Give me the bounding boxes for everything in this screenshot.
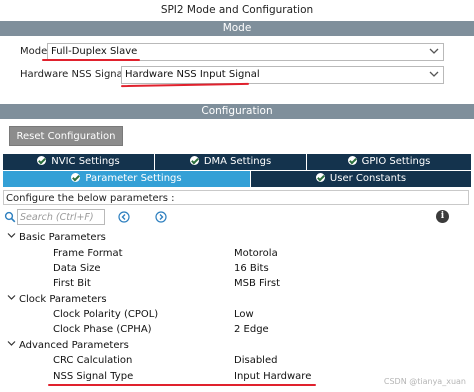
chevron-down-icon	[429, 48, 439, 54]
window-title: SPI2 Mode and Configuration	[0, 0, 474, 20]
param-value[interactable]: Input Hardware	[234, 371, 311, 382]
nss-label: Hardware NSS Signal	[20, 69, 126, 80]
group-advanced-parameters[interactable]: Advanced Parameters	[7, 339, 129, 351]
group-clock-parameters[interactable]: Clock Parameters	[7, 293, 107, 305]
search-input[interactable]	[20, 210, 104, 224]
param-name: First Bit	[53, 278, 91, 289]
param-value[interactable]: 16 Bits	[234, 263, 269, 274]
chevron-down-icon	[7, 295, 16, 300]
group-title: Clock Parameters	[19, 294, 107, 305]
group-basic-parameters[interactable]: Basic Parameters	[7, 231, 106, 243]
tab-label: GPIO Settings	[361, 156, 431, 167]
tab-user-constants[interactable]: User Constants	[251, 171, 471, 187]
check-circle-icon	[315, 173, 325, 182]
search-icon	[4, 211, 16, 223]
reset-configuration-button[interactable]: Reset Configuration	[9, 126, 123, 146]
param-name: NSS Signal Type	[53, 371, 134, 382]
tab-label: DMA Settings	[203, 156, 272, 167]
group-title: Advanced Parameters	[19, 340, 129, 351]
param-value[interactable]: Motorola	[234, 248, 278, 259]
param-value[interactable]: Disabled	[234, 355, 277, 366]
mode-label: Mode	[20, 46, 48, 57]
mode-select-value: Full-Duplex Slave	[51, 46, 138, 57]
tab-label: NVIC Settings	[51, 156, 120, 167]
param-name: Clock Phase (CPHA)	[53, 324, 152, 335]
param-value[interactable]: MSB First	[234, 278, 280, 289]
search-field[interactable]	[17, 209, 105, 225]
tab-gpio-settings[interactable]: GPIO Settings	[307, 154, 471, 170]
previous-arrow-icon[interactable]	[118, 211, 130, 223]
watermark: CSDN @tianya_xuan	[383, 377, 466, 386]
info-icon[interactable]: i	[436, 210, 449, 223]
param-value[interactable]: 2 Edge	[234, 324, 269, 335]
param-value[interactable]: Low	[234, 309, 254, 320]
configuration-section-header: Configuration	[0, 104, 474, 119]
configure-parameters-label: Configure the below parameters :	[3, 190, 469, 205]
next-arrow-icon[interactable]	[155, 211, 167, 223]
check-circle-icon	[37, 156, 47, 165]
param-name: Frame Format	[53, 248, 123, 259]
tab-dma-settings[interactable]: DMA Settings	[155, 154, 306, 170]
group-title: Basic Parameters	[19, 232, 106, 243]
nss-select[interactable]: Hardware NSS Input Signal	[121, 66, 444, 84]
check-circle-icon	[347, 156, 357, 165]
annotation-underline	[42, 59, 140, 61]
check-circle-icon	[71, 173, 81, 182]
chevron-down-icon	[7, 341, 16, 346]
nss-select-value: Hardware NSS Input Signal	[125, 69, 260, 80]
check-circle-icon	[189, 156, 199, 165]
tab-label: Parameter Settings	[85, 173, 182, 184]
tab-parameter-settings[interactable]: Parameter Settings	[3, 171, 250, 187]
param-name: CRC Calculation	[53, 355, 133, 366]
mode-section-header: Mode	[0, 21, 474, 36]
chevron-down-icon	[429, 71, 439, 77]
param-name: Clock Polarity (CPOL)	[53, 309, 159, 320]
param-name: Data Size	[53, 263, 101, 274]
tab-label: User Constants	[329, 173, 407, 184]
annotation-underline	[48, 384, 316, 386]
chevron-down-icon	[7, 233, 16, 238]
tab-nvic-settings[interactable]: NVIC Settings	[3, 154, 154, 170]
